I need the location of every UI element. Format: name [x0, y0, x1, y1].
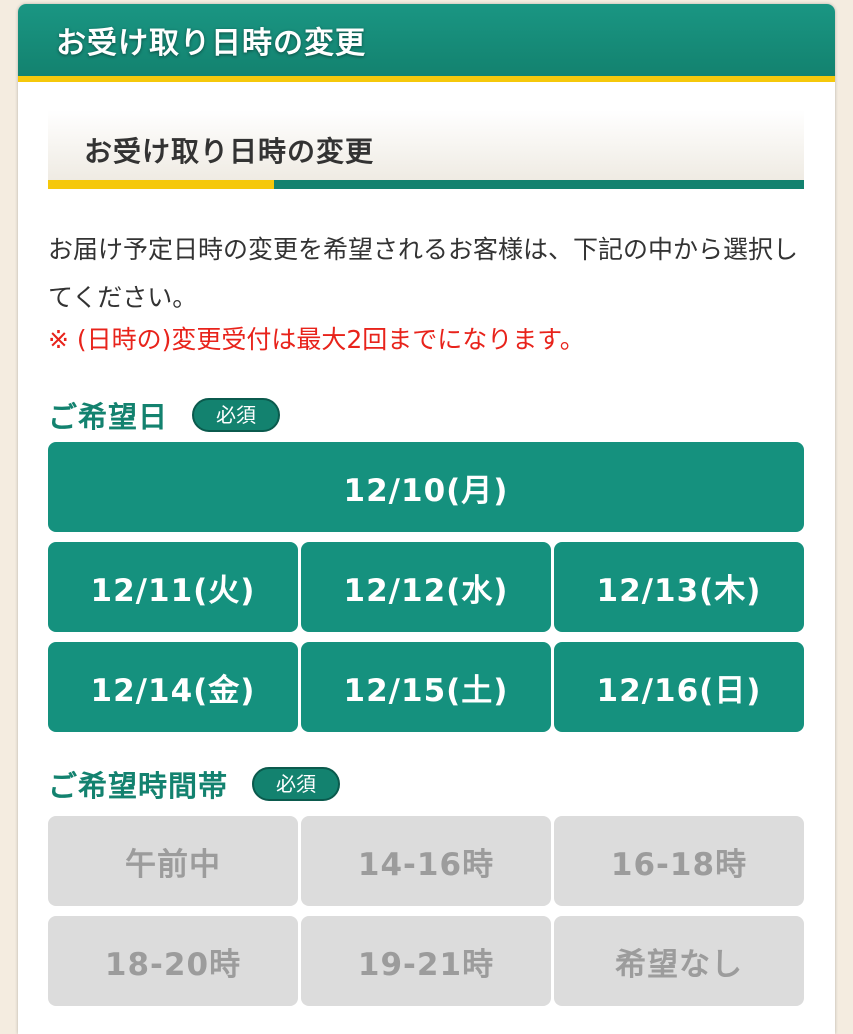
date-field-label: ご希望日 必須 — [48, 394, 281, 436]
notice-text: ※ (日時の)変更受付は最大2回までになります。 — [48, 325, 585, 354]
underline-accent — [48, 180, 274, 189]
time-label: ご希望時間帯 — [48, 769, 229, 803]
section-underline — [48, 180, 804, 189]
time-option-18-20[interactable]: 18-20時 — [48, 916, 298, 1006]
time-option-14-16[interactable]: 14-16時 — [301, 816, 551, 906]
date-option-1214[interactable]: 12/14(金) — [48, 642, 298, 732]
section-title: お受け取り日時の変更 — [84, 135, 375, 168]
required-badge: 必須 — [192, 398, 281, 432]
date-option-1212[interactable]: 12/12(水) — [301, 542, 551, 632]
date-option-1210[interactable]: 12/10(月) — [48, 442, 804, 532]
time-field-label: ご希望時間帯 必須 — [48, 763, 341, 805]
required-badge: 必須 — [252, 767, 341, 801]
time-option-16-18[interactable]: 16-18時 — [554, 816, 804, 906]
section-heading: お受け取り日時の変更 — [48, 110, 804, 180]
time-options: 午前中 14-16時 16-18時 18-20時 19-21時 希望なし — [48, 816, 804, 1006]
time-option-19-21[interactable]: 19-21時 — [301, 916, 551, 1006]
date-option-1216[interactable]: 12/16(日) — [554, 642, 804, 732]
delivery-change-card: お受け取り日時の変更 お受け取り日時の変更 お届け予定日時の変更を希望されるお客… — [18, 4, 835, 1034]
date-option-1213[interactable]: 12/13(木) — [554, 542, 804, 632]
date-options: 12/10(月) 12/11(火) 12/12(水) 12/13(木) 12/1… — [48, 442, 804, 732]
time-option-morning[interactable]: 午前中 — [48, 816, 298, 906]
date-label: ご希望日 — [48, 400, 169, 434]
page-title: お受け取り日時の変更 — [56, 26, 366, 61]
time-option-none[interactable]: 希望なし — [554, 916, 804, 1006]
description-text: お届け予定日時の変更を希望されるお客様は、下記の中から選択してください。 — [48, 235, 799, 312]
date-option-1215[interactable]: 12/15(土) — [301, 642, 551, 732]
date-option-1211[interactable]: 12/11(火) — [48, 542, 298, 632]
underline-base — [274, 180, 804, 189]
page-header: お受け取り日時の変更 — [18, 4, 835, 82]
